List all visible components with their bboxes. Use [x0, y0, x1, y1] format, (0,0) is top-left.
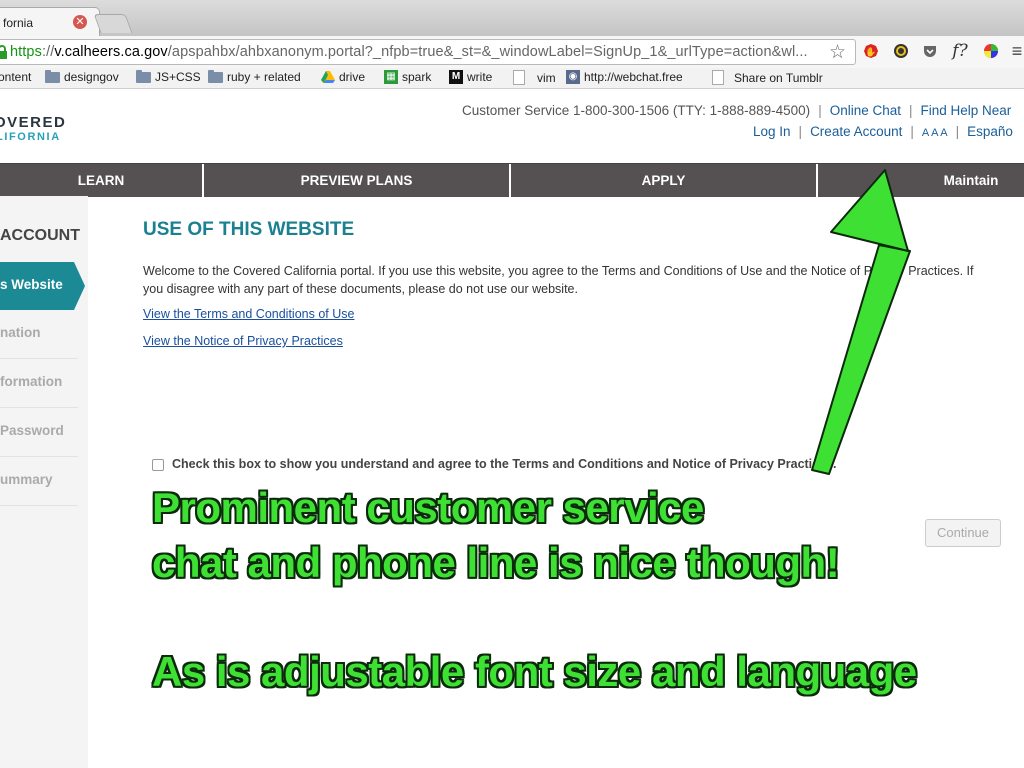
annotation-line-2: chat and phone line is nice though! [152, 539, 840, 586]
annotation-line-1: Prominent customer service [152, 484, 704, 531]
annotation-line-3: As is adjustable font size and language [152, 648, 917, 695]
